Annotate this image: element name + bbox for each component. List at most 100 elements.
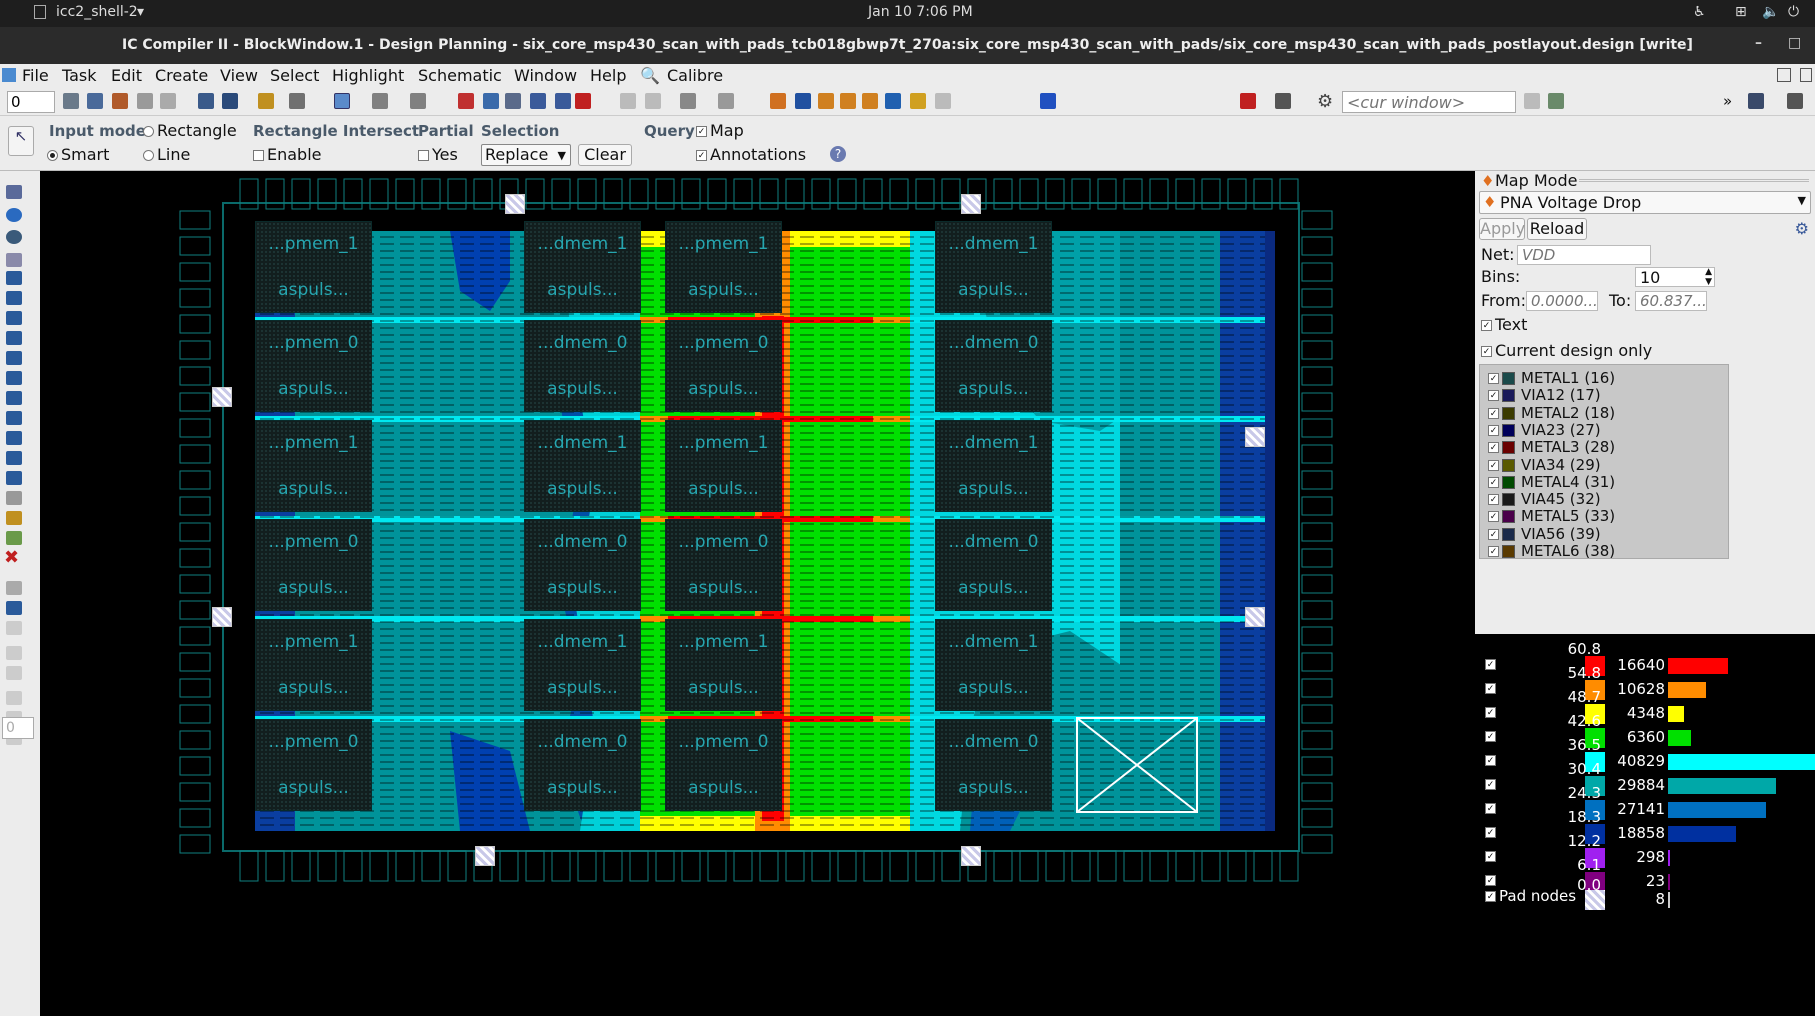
menu-calibre[interactable]: Calibre (667, 66, 723, 85)
cur-window-input[interactable] (1342, 91, 1516, 113)
macro-block[interactable]: ...pmem_1 aspuls... (255, 619, 372, 711)
layout-canvas[interactable]: ...pmem_1 aspuls... ...pmem_0 aspuls... ...p… (40, 171, 1475, 1016)
pad-node[interactable] (1245, 607, 1265, 627)
legend-row[interactable]: ✓ 24.3 27141 (1475, 784, 1815, 822)
list-icon[interactable] (555, 93, 571, 109)
legend-row[interactable]: ✓ 30.4 29884 (1475, 760, 1815, 798)
lock-icon[interactable] (6, 581, 22, 595)
expand-icon[interactable]: » (1723, 92, 1732, 110)
info-icon[interactable] (6, 208, 22, 222)
spread-icon[interactable] (862, 93, 878, 109)
macro-block[interactable]: ...dmem_1 aspuls... (524, 420, 641, 512)
legend-row[interactable]: ✓ 60.8 16640 (1475, 640, 1815, 678)
shape-icon[interactable] (6, 646, 22, 660)
calc-icon[interactable] (1275, 93, 1291, 109)
gear-icon[interactable]: ⚙ (1317, 91, 1333, 112)
group-icon[interactable] (6, 431, 22, 445)
zoom-out-icon[interactable] (645, 93, 661, 109)
map-checkbox[interactable]: ✓ Map (696, 121, 744, 140)
legend-checkbox[interactable]: ✓ (1485, 755, 1496, 766)
macro-block[interactable]: ...dmem_0 aspuls... (935, 519, 1052, 611)
macro-block[interactable]: ...dmem_1 aspuls... (935, 619, 1052, 711)
upload-icon[interactable] (160, 93, 176, 109)
hierarchy-icon[interactable] (6, 531, 22, 545)
net-input[interactable] (1517, 245, 1651, 265)
tool-icon[interactable] (935, 93, 951, 109)
bins-spinbox[interactable]: 10 ▲ ▼ (1635, 267, 1715, 287)
legend-checkbox[interactable]: ✓ (1485, 827, 1496, 838)
macro-block[interactable]: ...dmem_1 aspuls... (524, 619, 641, 711)
macro-block[interactable]: ...pmem_1 aspuls... (255, 221, 372, 313)
buffer-icon[interactable] (910, 93, 926, 109)
dock-icon[interactable] (1800, 68, 1812, 82)
layer-icon[interactable] (112, 93, 128, 109)
map-mode-dropdown[interactable]: ♦ PNA Voltage Drop ▼ (1479, 191, 1811, 214)
stack-icon[interactable] (137, 93, 153, 109)
pad-node[interactable] (505, 194, 525, 214)
icv-icon[interactable] (1240, 93, 1256, 109)
library-icon[interactable] (87, 93, 103, 109)
distribute-icon[interactable] (840, 93, 856, 109)
zoom-in-icon[interactable] (620, 93, 636, 109)
legend-row[interactable]: ✓ 18.3 18858 (1475, 808, 1815, 846)
minimize-icon[interactable]: – (1755, 35, 1762, 51)
chart-tool-icon[interactable] (6, 511, 22, 525)
current-design-checkbox[interactable]: ✓ Current design only (1481, 341, 1652, 360)
menu-task[interactable]: Task (62, 66, 97, 85)
select-tool-icon[interactable] (6, 185, 22, 199)
pad-node[interactable] (1245, 427, 1265, 447)
pad-nodes-row[interactable]: ✓ Pad nodes (1485, 887, 1576, 905)
checklist-icon[interactable] (530, 93, 546, 109)
unlock-icon[interactable] (6, 601, 22, 615)
delete-icon[interactable]: ✖ (4, 547, 19, 568)
maximize-icon[interactable]: □ (1788, 35, 1801, 51)
to-input[interactable] (1635, 291, 1707, 311)
rectangle-radio[interactable]: Rectangle (143, 121, 237, 140)
frame-icon[interactable] (6, 666, 22, 680)
annotations-checkbox[interactable]: ✓ Annotations (696, 145, 806, 164)
layer-checkbox[interactable]: ✓ (1488, 528, 1499, 540)
layer-checkbox[interactable]: ✓ (1488, 476, 1499, 488)
legend-row[interactable]: ✓ 36.5 40829 (1475, 736, 1815, 774)
reload-button[interactable]: Reload (1527, 218, 1587, 240)
network-icon[interactable]: ⊞ (1735, 4, 1747, 20)
layer-checkbox[interactable]: ✓ (1488, 390, 1499, 402)
volume-icon[interactable]: 🔈 (1762, 4, 1779, 20)
macro-block[interactable]: ...pmem_0 aspuls... (255, 719, 372, 811)
mirror-icon[interactable] (6, 691, 22, 705)
app-menu[interactable]: icc2_shell-2 (56, 4, 138, 20)
macro-block[interactable]: ...pmem_0 aspuls... (255, 320, 372, 412)
legend-row[interactable]: ✓ 12.2 298 (1475, 832, 1815, 870)
block-icon[interactable] (6, 331, 22, 345)
layer-checkbox[interactable]: ✓ (1488, 407, 1499, 419)
left-spinbox[interactable] (2, 717, 34, 739)
macro-block[interactable]: ...pmem_1 aspuls... (255, 420, 372, 512)
folder-icon[interactable] (198, 93, 214, 109)
macro-block[interactable]: ...pmem_1 aspuls... (665, 619, 782, 711)
power-icon[interactable]: ⏻ (1788, 4, 1799, 20)
rect-tool-icon[interactable] (6, 253, 22, 267)
layer-checkbox[interactable]: ✓ (1488, 373, 1499, 384)
macro-block[interactable]: ...dmem_0 aspuls... (524, 719, 641, 811)
menu-select[interactable]: Select (270, 66, 319, 85)
apply-button[interactable]: Apply (1479, 218, 1525, 240)
pad-node[interactable] (961, 194, 981, 214)
enable-checkbox[interactable]: Enable (253, 145, 322, 164)
snap-icon[interactable] (334, 93, 350, 109)
layer-checkbox[interactable]: ✓ (1488, 424, 1499, 436)
menu-help[interactable]: Help (590, 66, 626, 85)
macro-block[interactable]: ...pmem_1 aspuls... (665, 221, 782, 313)
save-icon[interactable] (222, 93, 238, 109)
layer-list[interactable]: ✓ METAL1 (16) ✓ VIA12 (17) ✓ METAL2 (18) ✓ VIA2… (1479, 364, 1729, 562)
stretch-icon[interactable] (6, 291, 22, 305)
legend-checkbox[interactable]: ✓ (1485, 875, 1496, 886)
partial-yes-checkbox[interactable]: Yes (418, 145, 458, 164)
layer-item[interactable]: ✓ METAL6 (38) (1488, 542, 1728, 562)
legend-checkbox[interactable]: ✓ (1485, 683, 1496, 694)
ruler-icon[interactable] (289, 93, 305, 109)
pad-node[interactable] (961, 846, 981, 866)
macro-block[interactable]: ...dmem_1 aspuls... (524, 221, 641, 313)
help-icon[interactable]: ? (830, 146, 846, 162)
menu-file[interactable]: File (22, 66, 49, 85)
macro-block[interactable]: ...dmem_0 aspuls... (524, 320, 641, 412)
